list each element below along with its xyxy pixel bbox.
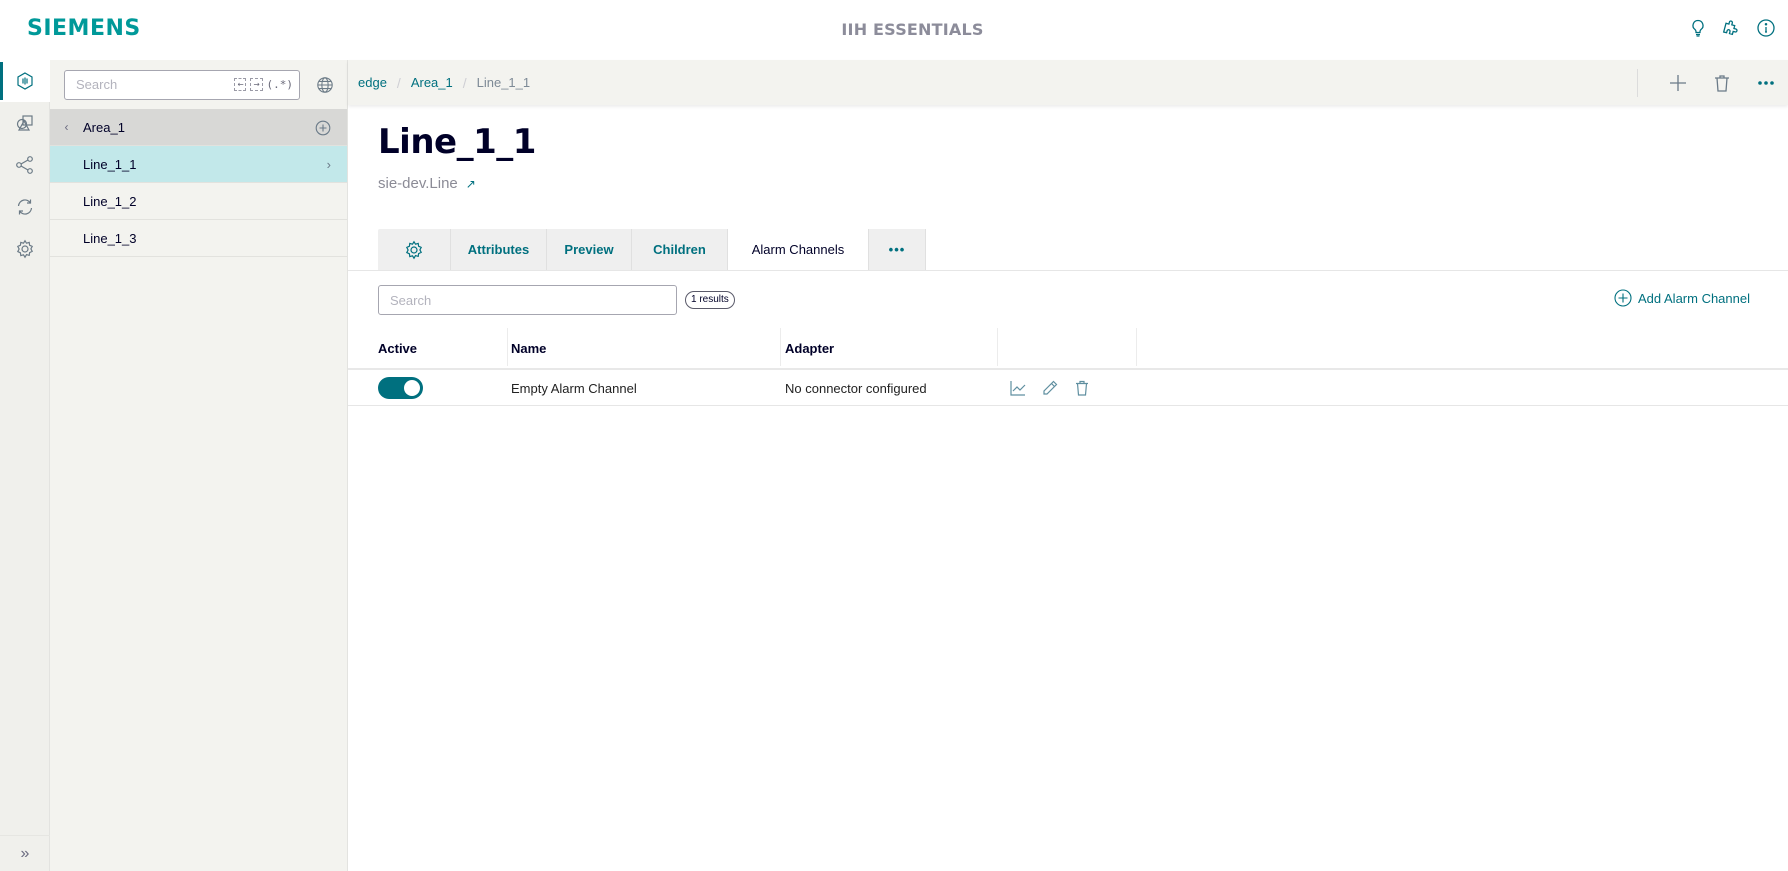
expand-rail-button[interactable]: »	[0, 835, 50, 871]
asset-tree-panel: ← → (.*) ‹ Area_1 Line_1_1 › Line_1_2 Li…	[50, 60, 348, 871]
table-header: Active Name Adapter	[348, 328, 1788, 370]
results-badge: 1 results	[685, 291, 735, 309]
tree-search-input[interactable]	[76, 77, 231, 92]
chevron-right-icon[interactable]: ›	[327, 146, 331, 183]
tree-item-label: Line_1_2	[83, 193, 137, 209]
tree-parent-label: Area_1	[83, 119, 125, 135]
column-divider	[997, 328, 998, 366]
top-bar-icons	[1688, 18, 1776, 38]
external-link-icon[interactable]: ↗	[466, 177, 476, 191]
puzzle-icon[interactable]	[1722, 18, 1742, 38]
search-prev-button[interactable]: ←	[234, 78, 247, 91]
alarm-search-box	[378, 285, 677, 315]
plus-icon	[1670, 74, 1686, 91]
breadcrumb-edge[interactable]: edge	[358, 75, 387, 90]
toggle-knob	[404, 380, 420, 396]
trash-icon	[1715, 74, 1729, 92]
delete-button[interactable]	[1700, 60, 1744, 105]
add-child-button[interactable]	[315, 109, 331, 146]
row-actions	[1009, 379, 1091, 397]
tab-children[interactable]: Children	[632, 229, 728, 270]
tab-attributes[interactable]: Attributes	[451, 229, 547, 270]
tab-settings[interactable]	[378, 229, 451, 270]
rail-item-sync[interactable]	[0, 186, 50, 228]
tab-alarm-channels[interactable]: Alarm Channels	[728, 229, 869, 270]
app-title: IIH ESSENTIALS	[841, 20, 984, 39]
rail-item-share[interactable]	[0, 144, 50, 186]
trash-icon	[1076, 380, 1088, 396]
pencil-icon	[1043, 380, 1058, 395]
sync-icon	[17, 199, 33, 215]
asset-type: sie-dev.Line ↗	[378, 175, 476, 192]
gear-icon	[405, 240, 423, 259]
name-cell: Empty Alarm Channel	[511, 380, 637, 396]
active-cell	[378, 370, 423, 406]
info-icon[interactable]	[1756, 18, 1776, 38]
divider	[1637, 68, 1638, 97]
tree-search-row: ← → (.*)	[50, 60, 347, 109]
tree-parent-area[interactable]: ‹ Area_1	[50, 109, 347, 146]
breadcrumb-separator: /	[396, 74, 401, 91]
globe-icon[interactable]	[316, 76, 334, 94]
regex-toggle-button[interactable]: (.*)	[267, 78, 294, 91]
nav-rail: »	[0, 60, 50, 871]
tab-more[interactable]: •••	[869, 229, 926, 270]
breadcrumb-separator: /	[462, 74, 467, 91]
actions-cell	[1009, 370, 1091, 406]
column-header-active[interactable]: Active	[378, 328, 417, 368]
alarm-search-input[interactable]	[390, 292, 660, 308]
column-header-name[interactable]: Name	[511, 328, 546, 368]
shapes-icon	[16, 115, 33, 131]
tabs-divider	[348, 270, 1788, 271]
tree-search-box: ← → (.*)	[64, 69, 300, 100]
tree-item[interactable]: Line_1_1 ›	[50, 146, 347, 183]
search-next-button[interactable]: →	[250, 78, 263, 91]
plus-circle-icon	[1614, 289, 1632, 307]
rail-item-settings[interactable]	[0, 228, 50, 270]
breadcrumb-bar: edge / Area_1 / Line_1_1	[348, 60, 1788, 105]
tab-bar: Attributes Preview Children Alarm Channe…	[378, 229, 926, 270]
adapter-cell: No connector configured	[785, 380, 927, 396]
tree-item-label: Line_1_1	[83, 156, 137, 172]
breadcrumb-area[interactable]: Area_1	[411, 75, 453, 90]
table-row: Empty Alarm Channel No connector configu…	[348, 370, 1788, 406]
chevron-left-icon[interactable]: ‹	[50, 120, 83, 134]
main-content: edge / Area_1 / Line_1_1 Line_1_1 sie-de…	[348, 60, 1788, 871]
active-toggle[interactable]	[378, 377, 423, 399]
add-alarm-channel-button[interactable]: Add Alarm Channel	[1614, 289, 1750, 307]
rail-item-asset-model[interactable]	[0, 60, 50, 102]
column-divider	[507, 328, 508, 366]
tree-item-label: Line_1_3	[83, 230, 137, 246]
top-bar: SIEMENS IIH ESSENTIALS	[0, 0, 1788, 60]
column-divider	[780, 328, 781, 366]
line-chart-icon	[1010, 381, 1026, 396]
rail-item-shapes[interactable]	[0, 102, 50, 144]
edit-button[interactable]	[1041, 379, 1059, 397]
page-title: Line_1_1	[378, 122, 536, 162]
more-icon	[1758, 80, 1774, 85]
add-button[interactable]	[1656, 60, 1700, 105]
asset-type-label: sie-dev.Line	[378, 175, 458, 192]
tree-item[interactable]: Line_1_2	[50, 183, 347, 220]
share-icon	[16, 156, 33, 174]
plus-circle-icon	[315, 120, 331, 135]
breadcrumb-current: Line_1_1	[476, 75, 531, 90]
trend-chart-button[interactable]	[1009, 379, 1027, 397]
breadcrumb-actions	[1637, 60, 1788, 105]
tab-preview[interactable]: Preview	[547, 229, 632, 270]
add-alarm-channel-label: Add Alarm Channel	[1637, 290, 1750, 306]
more-button[interactable]	[1744, 60, 1788, 105]
column-header-adapter[interactable]: Adapter	[785, 328, 834, 368]
tree-item[interactable]: Line_1_3	[50, 220, 347, 257]
asset-model-icon	[17, 72, 33, 90]
delete-row-button[interactable]	[1073, 379, 1091, 397]
settings-icon	[16, 239, 34, 259]
lightbulb-icon[interactable]	[1688, 18, 1708, 38]
column-divider	[1136, 328, 1137, 366]
